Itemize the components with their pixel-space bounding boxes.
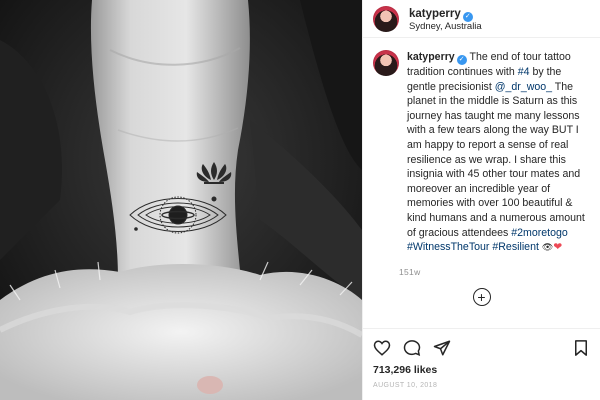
avatar[interactable] (373, 5, 399, 32)
caption-username[interactable]: katyperry (407, 51, 455, 63)
comment-bubble-icon[interactable] (403, 339, 421, 357)
username-link[interactable]: katyperry (409, 8, 461, 20)
eye-emoji: 👁 (541, 242, 554, 253)
load-more-comments: + (363, 288, 600, 306)
location-link[interactable]: Sydney, Australia (409, 21, 482, 33)
plus-circle-icon[interactable]: + (472, 288, 491, 306)
post-date: AUGUST 10, 2018 (373, 382, 438, 389)
caption-part-3: The planet in the middle is Saturn as th… (407, 80, 585, 239)
paper-plane-icon[interactable] (433, 339, 451, 357)
hashtag-link[interactable]: #2moretogo (511, 227, 568, 239)
caption-text: katyperry ✓ The end of tour tattoo tradit… (407, 50, 588, 255)
heart-outline-icon[interactable] (373, 339, 391, 357)
post-actions-section: 713,296 likes AUGUST 10, 2018 (363, 328, 600, 389)
hashtag-link[interactable]: #WitnessTheTour (407, 241, 489, 253)
caption-time-ago[interactable]: 151w (399, 267, 588, 277)
hashtag-link[interactable]: #4 (518, 66, 530, 78)
heart-emoji: ❤ (553, 241, 563, 254)
caption-area: katyperry ✓ The end of tour tattoo tradit… (363, 38, 600, 302)
bookmark-icon[interactable] (572, 339, 590, 357)
user-block: katyperry ✓ Sydney, Australia (409, 4, 482, 33)
verified-badge-icon: ✓ (456, 55, 467, 65)
caption-avatar[interactable] (373, 50, 399, 76)
post-side-panel: katyperry ✓ Sydney, Australia katyperry ✓ … (362, 0, 600, 400)
post-photo[interactable] (0, 0, 362, 400)
mention-link[interactable]: @_dr_woo_ (495, 81, 552, 93)
hashtag-link[interactable]: #Resilient (492, 241, 539, 253)
tattoo-wrist-photo (0, 0, 362, 400)
post-header: katyperry ✓ Sydney, Australia (363, 0, 600, 38)
likes-count[interactable]: 713,296 likes (373, 364, 590, 376)
action-bar (373, 337, 590, 359)
